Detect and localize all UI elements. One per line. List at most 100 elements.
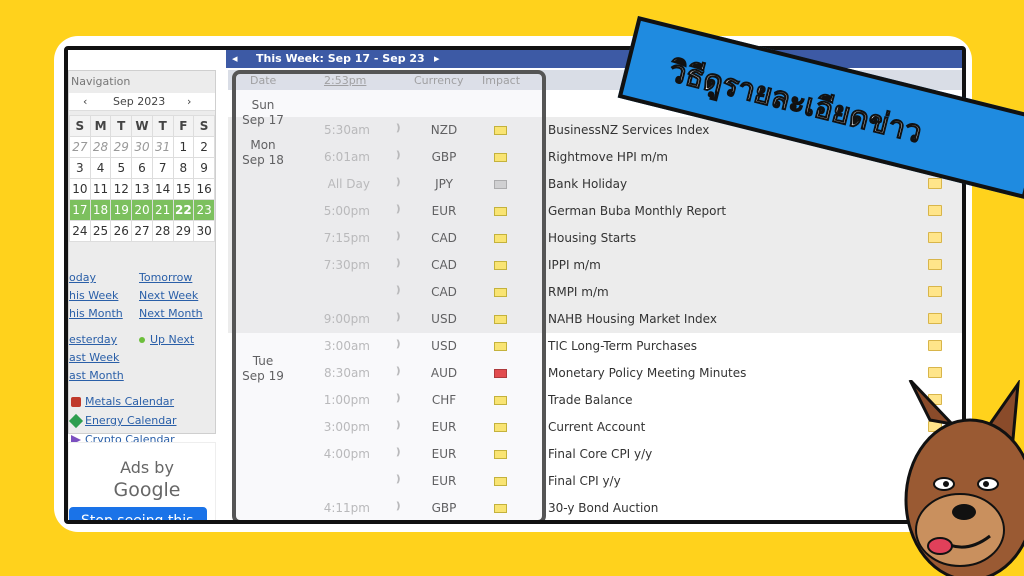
calendar-day[interactable]: 19: [110, 199, 133, 221]
event-title[interactable]: Trade Balance: [548, 393, 633, 407]
calendar-day[interactable]: 30: [193, 220, 215, 242]
green-dot-icon: [139, 337, 145, 343]
weekday-header: T: [110, 115, 133, 137]
calendar-day[interactable]: 11: [89, 178, 112, 200]
event-title[interactable]: Rightmove HPI m/m: [548, 150, 668, 164]
calendar-day[interactable]: 7: [151, 157, 174, 179]
calendar-day[interactable]: 2: [193, 136, 215, 158]
weekday-header: M: [89, 115, 112, 137]
calendar-day[interactable]: 18: [89, 199, 112, 221]
event-title[interactable]: BusinessNZ Services Index: [548, 123, 709, 137]
weekday-header: T: [151, 115, 174, 137]
event-title[interactable]: IPPI m/m: [548, 258, 601, 272]
calendar-day[interactable]: 17: [69, 199, 91, 221]
calendar-day[interactable]: 26: [110, 220, 133, 242]
calendar-day[interactable]: 13: [131, 178, 153, 200]
dog-mascot-icon: [904, 380, 1024, 576]
link-yesterday[interactable]: esterday: [69, 333, 117, 346]
link-next-week[interactable]: Next Week: [139, 289, 198, 302]
mini-calendar: SMTWTFS 27 28 29 30 31 1 2 3 4 5 6 7 8 9 10 11 12 13 14 15 1…: [69, 115, 215, 242]
calendar-day[interactable]: 30: [131, 136, 153, 158]
calendar-day[interactable]: 5: [110, 157, 133, 179]
calendar-day[interactable]: 25: [89, 220, 112, 242]
event-title[interactable]: 30-y Bond Auction: [548, 501, 658, 515]
ad-box: Ads by Google Stop seeing this: [68, 442, 216, 520]
calendar-day[interactable]: 20: [131, 199, 153, 221]
event-title[interactable]: German Buba Monthly Report: [548, 204, 726, 218]
folder-icon[interactable]: [928, 286, 942, 297]
calendar-month: Sep 2023: [113, 95, 166, 108]
weekday-header: F: [172, 115, 195, 137]
folder-icon[interactable]: [928, 232, 942, 243]
calendar-day[interactable]: 24: [69, 220, 91, 242]
calendar-day[interactable]: 14: [151, 178, 174, 200]
highlight-box: [232, 70, 546, 520]
calendar-day[interactable]: 6: [131, 157, 153, 179]
prev-week-arrow-icon[interactable]: ◂: [232, 52, 238, 65]
calendar-day[interactable]: 12: [110, 178, 133, 200]
folder-icon[interactable]: [928, 313, 942, 324]
event-title[interactable]: Final CPI y/y: [548, 474, 621, 488]
calendar-day[interactable]: 27: [131, 220, 153, 242]
folder-icon[interactable]: [928, 259, 942, 270]
calendar-day[interactable]: 1: [172, 136, 195, 158]
next-week-arrow-icon[interactable]: ▸: [434, 52, 440, 65]
calendar-day[interactable]: 9: [193, 157, 215, 179]
metals-icon: [71, 397, 81, 407]
event-title[interactable]: Monetary Policy Meeting Minutes: [548, 366, 746, 380]
calendar-day[interactable]: 29: [172, 220, 195, 242]
link-up-next-wrap[interactable]: Up Next: [139, 333, 194, 346]
event-title[interactable]: Housing Starts: [548, 231, 636, 245]
link-tomorrow[interactable]: Tomorrow: [139, 271, 192, 284]
ads-by-label: Ads by: [120, 458, 174, 477]
calendar-day[interactable]: 27: [69, 136, 91, 158]
folder-icon[interactable]: [928, 178, 942, 189]
calendar-week: 3456789: [69, 157, 215, 179]
left-panel: Navigation ‹ Sep 2023 › SMTWTFS 27 28 29 30…: [68, 50, 218, 520]
energy-icon: [68, 413, 84, 429]
calendar-day[interactable]: 10: [69, 178, 91, 200]
event-title[interactable]: NAHB Housing Market Index: [548, 312, 717, 326]
calendar-day[interactable]: 21: [151, 199, 174, 221]
prev-month-button[interactable]: ‹: [83, 95, 87, 108]
event-title[interactable]: Final Core CPI y/y: [548, 447, 652, 461]
calendar-day[interactable]: 23: [193, 199, 215, 221]
calendar-day[interactable]: 22: [172, 199, 195, 221]
calendar-week: 24 25 26 27 28 29 30: [69, 220, 215, 242]
calendar-day[interactable]: 29: [110, 136, 133, 158]
metals-calendar-link-wrap[interactable]: Metals Calendar: [71, 395, 174, 408]
link-next-month[interactable]: Next Month: [139, 307, 203, 320]
folder-icon[interactable]: [928, 340, 942, 351]
calendar-week: 10 11 12 13 14 15 16: [69, 178, 215, 200]
calendar-day[interactable]: 28: [151, 220, 174, 242]
navigation-title: Navigation: [71, 75, 131, 88]
event-title[interactable]: Current Account: [548, 420, 645, 434]
calendar-week: 17 18 19 20 21 22 23: [69, 199, 215, 221]
link-metals-calendar[interactable]: Metals Calendar: [85, 395, 174, 408]
link-last-month[interactable]: ast Month: [69, 369, 124, 382]
calendar-day[interactable]: 15: [172, 178, 195, 200]
next-month-button[interactable]: ›: [187, 95, 191, 108]
google-label: Google: [113, 479, 181, 501]
navigation-box: Navigation ‹ Sep 2023 › SMTWTFS 27 28 29 30…: [68, 70, 216, 446]
event-title[interactable]: Bank Holiday: [548, 177, 627, 191]
link-up-next[interactable]: Up Next: [150, 333, 194, 346]
stop-seeing-this-button[interactable]: Stop seeing this: [69, 507, 207, 520]
week-label: This Week: Sep 17 - Sep 23: [256, 52, 425, 65]
link-this-week[interactable]: his Week: [69, 289, 118, 302]
link-this-month[interactable]: his Month: [69, 307, 123, 320]
calendar-day[interactable]: 28: [89, 136, 112, 158]
energy-calendar-link-wrap[interactable]: Energy Calendar: [68, 413, 176, 429]
folder-icon[interactable]: [928, 367, 942, 378]
calendar-day[interactable]: 3: [69, 157, 91, 179]
link-energy-calendar[interactable]: Energy Calendar: [85, 414, 176, 427]
folder-icon[interactable]: [928, 205, 942, 216]
calendar-day[interactable]: 8: [172, 157, 195, 179]
calendar-day[interactable]: 16: [193, 178, 215, 200]
link-last-week[interactable]: ast Week: [69, 351, 119, 364]
calendar-day[interactable]: 4: [89, 157, 112, 179]
event-title[interactable]: TIC Long-Term Purchases: [548, 339, 697, 353]
event-title[interactable]: RMPI m/m: [548, 285, 609, 299]
calendar-day[interactable]: 31: [151, 136, 174, 158]
link-today[interactable]: oday: [69, 271, 96, 284]
